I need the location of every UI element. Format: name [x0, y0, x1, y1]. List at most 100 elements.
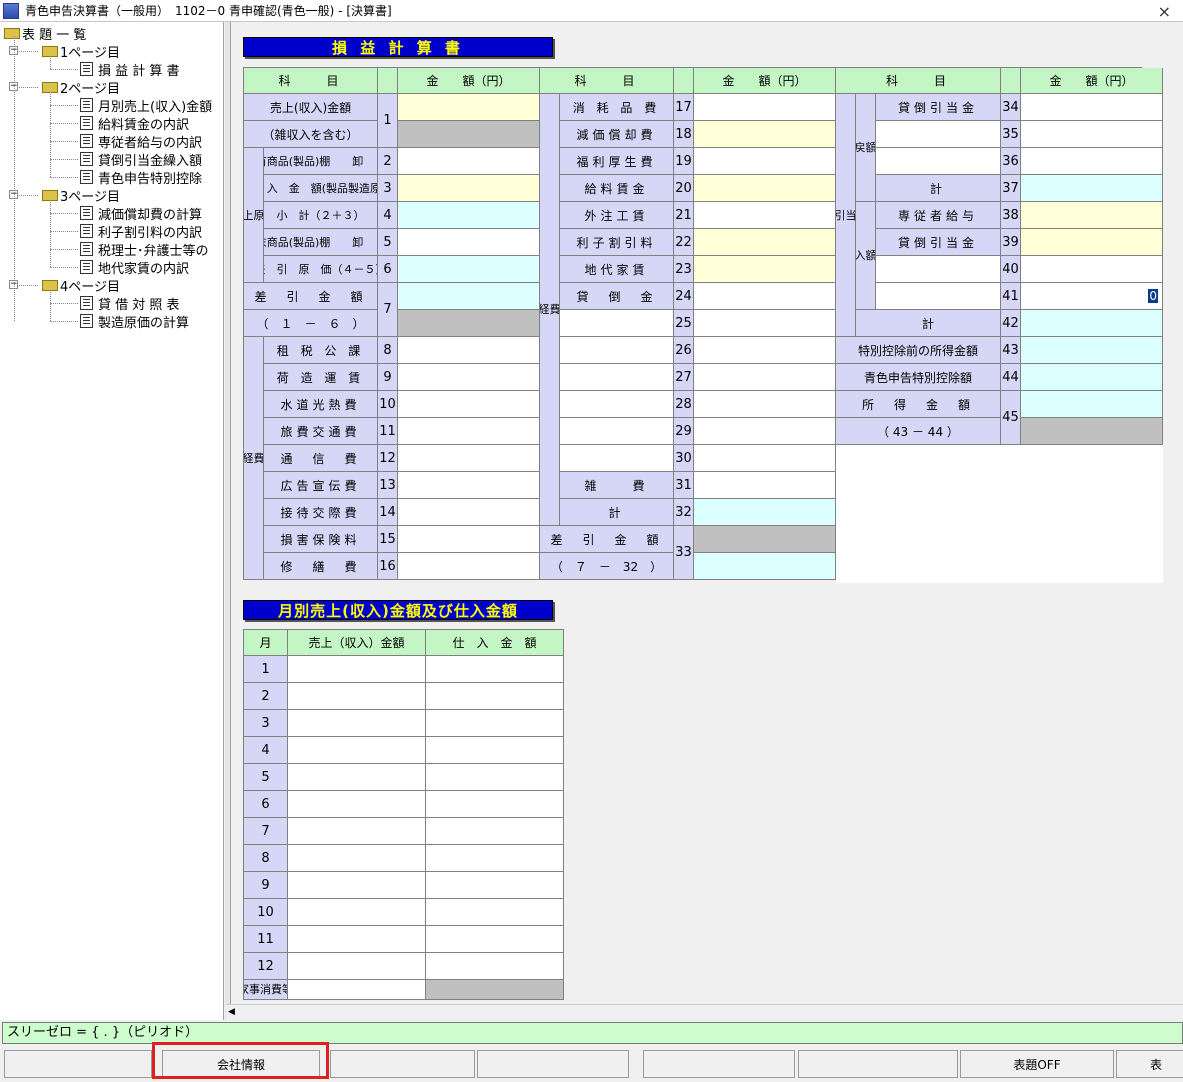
amount-43[interactable] [1021, 337, 1163, 364]
sales-10[interactable] [288, 899, 426, 926]
label-27[interactable] [560, 364, 674, 391]
purchase-2[interactable] [426, 683, 564, 710]
sales-9[interactable] [288, 872, 426, 899]
amount-29[interactable] [694, 418, 836, 445]
tree-page-1[interactable]: 1ページ目 [42, 42, 120, 61]
amount-27[interactable] [694, 364, 836, 391]
tree-item[interactable]: 製造原価の計算 [80, 312, 189, 331]
splitter[interactable] [225, 22, 231, 1020]
amount-3[interactable] [398, 175, 540, 202]
fkey-8-button[interactable]: 表 [1116, 1050, 1183, 1078]
amount-1[interactable] [398, 94, 540, 121]
amount-34[interactable] [1021, 94, 1163, 121]
tree-page-3[interactable]: 3ページ目 [42, 186, 120, 205]
close-icon[interactable]: × [1158, 2, 1171, 21]
label-36[interactable] [876, 148, 1001, 175]
purchase-12[interactable] [426, 953, 564, 980]
amount-26[interactable] [694, 337, 836, 364]
tree-item[interactable]: 地代家賃の内訳 [80, 258, 189, 277]
label-35[interactable] [876, 121, 1001, 148]
label-30[interactable] [560, 445, 674, 472]
amount-16[interactable] [398, 553, 540, 580]
amount-44[interactable] [1021, 364, 1163, 391]
sales-12[interactable] [288, 953, 426, 980]
purchase-7[interactable] [426, 818, 564, 845]
horizontal-scrollbar[interactable]: ◀ [226, 1004, 1183, 1020]
amount-7[interactable] [398, 283, 540, 310]
amount-24[interactable] [694, 283, 836, 310]
amount-18[interactable] [694, 121, 836, 148]
label-29[interactable] [560, 418, 674, 445]
fkey-6-button[interactable] [798, 1050, 958, 1078]
amount-32[interactable] [694, 499, 836, 526]
amount-28[interactable] [694, 391, 836, 418]
amount-37[interactable] [1021, 175, 1163, 202]
purchase-1[interactable] [426, 656, 564, 683]
scroll-left-icon[interactable]: ◀ [228, 1007, 235, 1017]
purchase-6[interactable] [426, 791, 564, 818]
purchase-10[interactable] [426, 899, 564, 926]
amount-39[interactable] [1021, 229, 1163, 256]
amount-11[interactable] [398, 418, 540, 445]
sales-6[interactable] [288, 791, 426, 818]
amount-42[interactable] [1021, 310, 1163, 337]
sales-3[interactable] [288, 710, 426, 737]
tree-item[interactable]: 税理士･弁護士等の [80, 240, 209, 259]
amount-23[interactable] [694, 256, 836, 283]
tree-page-2[interactable]: 2ページ目 [42, 78, 120, 97]
purchase-9[interactable] [426, 872, 564, 899]
label-26[interactable] [560, 337, 674, 364]
tree-item[interactable]: 青色申告特別控除 [80, 168, 202, 187]
tree-item[interactable]: 減価償却費の計算 [80, 204, 202, 223]
sales-1[interactable] [288, 656, 426, 683]
tree-item[interactable]: 貸 借 対 照 表 [80, 294, 180, 313]
label-41[interactable] [876, 283, 1001, 310]
tree-item[interactable]: 専従者給与の内訳 [80, 132, 202, 151]
amount-17[interactable] [694, 94, 836, 121]
amount-41[interactable]: 0 [1021, 283, 1163, 310]
purchase-4[interactable] [426, 737, 564, 764]
fkey-7-button[interactable]: 表題OFF [960, 1050, 1114, 1078]
purchase-8[interactable] [426, 845, 564, 872]
amount-38[interactable] [1021, 202, 1163, 229]
amount-22[interactable] [694, 229, 836, 256]
purchase-5[interactable] [426, 764, 564, 791]
tree-root[interactable]: 表 題 一 覧 [4, 24, 86, 43]
fkey-4-button[interactable] [477, 1050, 629, 1078]
amount-30[interactable] [694, 445, 836, 472]
amount-35[interactable] [1021, 121, 1163, 148]
amount-5[interactable] [398, 229, 540, 256]
amount-2[interactable] [398, 148, 540, 175]
amount-25[interactable] [694, 310, 836, 337]
sales-4[interactable] [288, 737, 426, 764]
sales-2[interactable] [288, 683, 426, 710]
amount-12[interactable] [398, 445, 540, 472]
amount-31[interactable] [694, 472, 836, 499]
purchase-3[interactable] [426, 710, 564, 737]
amount-9[interactable] [398, 364, 540, 391]
amount-36[interactable] [1021, 148, 1163, 175]
sales-11[interactable] [288, 926, 426, 953]
amount-6[interactable] [398, 256, 540, 283]
tree-page-4[interactable]: 4ページ目 [42, 276, 120, 295]
amount-4[interactable] [398, 202, 540, 229]
tree-item[interactable]: 月別売上(収入)金額 [80, 96, 212, 115]
sales-5[interactable] [288, 764, 426, 791]
fkey-3-button[interactable] [330, 1050, 475, 1078]
amount-21[interactable] [694, 202, 836, 229]
tree-item[interactable]: 利子割引料の内訳 [80, 222, 202, 241]
tree-item[interactable]: 貸倒引当金繰入額 [80, 150, 202, 169]
amount-8[interactable] [398, 337, 540, 364]
amount-33[interactable] [694, 553, 836, 580]
tree-item[interactable]: 給料賃金の内訳 [80, 114, 189, 133]
tree-item[interactable]: 損 益 計 算 書 [80, 60, 180, 79]
fkey-1-button[interactable] [4, 1050, 152, 1078]
amount-20[interactable] [694, 175, 836, 202]
fkey-5-button[interactable] [643, 1050, 795, 1078]
purchase-11[interactable] [426, 926, 564, 953]
amount-13[interactable] [398, 472, 540, 499]
label-40[interactable] [876, 256, 1001, 283]
amount-40[interactable] [1021, 256, 1163, 283]
sales-8[interactable] [288, 845, 426, 872]
label-28[interactable] [560, 391, 674, 418]
